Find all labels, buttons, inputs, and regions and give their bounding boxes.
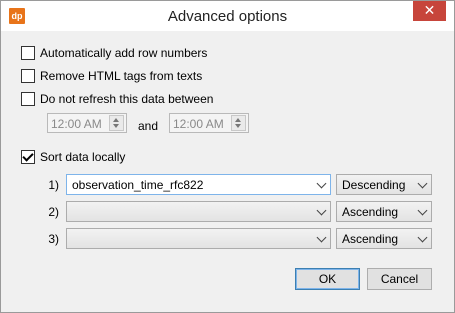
sort-row-1-field-select[interactable]: observation_time_rfc822 <box>66 174 331 195</box>
refresh-from-spinner[interactable] <box>109 115 124 131</box>
chevron-down-icon <box>316 232 327 243</box>
cancel-button[interactable]: Cancel <box>367 268 432 290</box>
refresh-from-time-value: 12:00 AM <box>51 117 102 131</box>
no-refresh-label: Do not refresh this data between <box>40 92 214 106</box>
dialog-title: Advanced options <box>167 8 288 25</box>
remove-html-checkbox[interactable] <box>21 69 35 83</box>
sort-row-2-order-select[interactable]: Ascending <box>336 201 432 222</box>
sort-row-1-order-value: Descending <box>342 178 406 192</box>
sort-row-3-index: 3) <box>48 232 59 246</box>
auto-row-numbers-option[interactable]: Automatically add row numbers <box>21 45 207 61</box>
sort-row-2-field-select[interactable] <box>66 201 331 222</box>
sort-row-3-order-select[interactable]: Ascending <box>336 228 432 249</box>
sort-row-3-field-select[interactable] <box>66 228 331 249</box>
chevron-down-icon <box>316 178 327 189</box>
remove-html-option[interactable]: Remove HTML tags from texts <box>21 68 202 84</box>
title-bar: dp Advanced options ✕ <box>1 1 454 31</box>
sort-row-2-index: 2) <box>48 205 59 219</box>
sort-locally-option[interactable]: Sort data locally <box>21 149 125 165</box>
chevron-down-icon <box>417 178 428 189</box>
sort-row-1-field-value: observation_time_rfc822 <box>72 178 204 192</box>
sort-locally-label: Sort data locally <box>40 150 126 164</box>
and-label: and <box>138 119 159 133</box>
sort-locally-checkbox[interactable] <box>21 150 35 164</box>
remove-html-label: Remove HTML tags from texts <box>40 69 203 83</box>
close-button[interactable]: ✕ <box>413 1 446 21</box>
ok-button[interactable]: OK <box>295 268 360 290</box>
auto-row-numbers-checkbox[interactable] <box>21 46 35 60</box>
sort-row-3-order-value: Ascending <box>342 232 399 246</box>
chevron-down-icon <box>316 205 327 216</box>
auto-row-numbers-label: Automatically add row numbers <box>40 46 208 60</box>
sort-row-1-order-select[interactable]: Descending <box>336 174 432 195</box>
sort-row-1-index: 1) <box>48 178 59 192</box>
no-refresh-checkbox[interactable] <box>21 92 35 106</box>
no-refresh-option[interactable]: Do not refresh this data between <box>21 91 213 107</box>
sort-row-2-order-value: Ascending <box>342 205 399 219</box>
refresh-to-time-field[interactable]: 12:00 AM <box>169 113 249 133</box>
refresh-to-spinner[interactable] <box>231 115 246 131</box>
advanced-options-dialog: dp Advanced options ✕ Automatically add … <box>0 0 455 313</box>
refresh-from-time-field[interactable]: 12:00 AM <box>47 113 127 133</box>
chevron-down-icon <box>417 205 428 216</box>
refresh-to-time-value: 12:00 AM <box>173 117 224 131</box>
chevron-down-icon <box>417 232 428 243</box>
